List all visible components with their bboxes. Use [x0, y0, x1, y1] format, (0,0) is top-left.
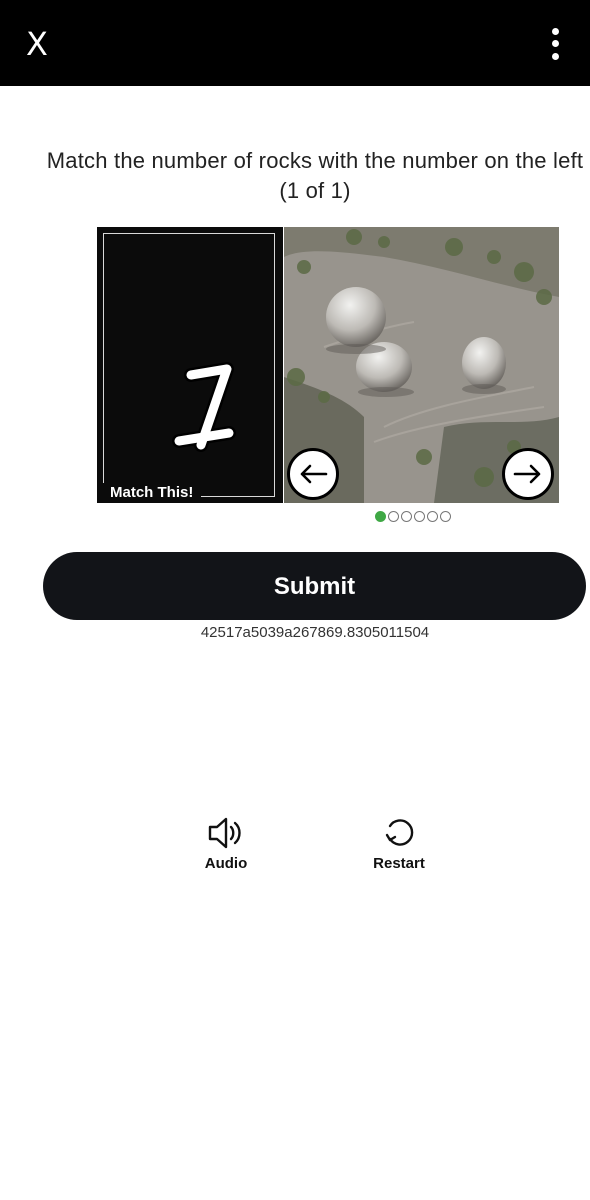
menu-dot	[552, 40, 559, 47]
refresh-icon	[385, 819, 414, 846]
session-id-text: 42517a5039a267869.8305011504	[200, 624, 430, 641]
pager-dot-2[interactable]	[388, 511, 399, 522]
restart-label: Restart	[373, 855, 425, 872]
pager-dot-3[interactable]	[401, 511, 412, 522]
previous-image-button[interactable]	[287, 448, 339, 500]
speaker-icon	[208, 817, 241, 849]
top-bar: X	[0, 0, 590, 86]
challenge-instruction: Match the number of rocks with the numbe…	[46, 148, 584, 203]
restart-button[interactable]: Restart	[359, 815, 439, 879]
close-button[interactable]: X	[22, 24, 52, 64]
pager-dot-6[interactable]	[440, 511, 451, 522]
pager-dot-1[interactable]	[375, 511, 386, 522]
arrow-left-icon	[300, 464, 328, 484]
next-image-button[interactable]	[502, 448, 554, 500]
menu-dot	[552, 28, 559, 35]
target-number-panel: Match This!	[97, 227, 283, 503]
pager-dot-4[interactable]	[414, 511, 425, 522]
arrow-right-icon	[513, 464, 541, 484]
audio-button[interactable]: Audio	[186, 815, 266, 879]
menu-dot	[552, 53, 559, 60]
more-options-icon[interactable]	[542, 26, 570, 62]
audio-label: Audio	[204, 855, 248, 872]
submit-button[interactable]: Submit	[43, 552, 586, 620]
match-this-label: Match This!	[97, 483, 201, 503]
target-number-digit	[172, 362, 236, 452]
image-pager	[375, 511, 452, 525]
pager-dot-5[interactable]	[427, 511, 438, 522]
